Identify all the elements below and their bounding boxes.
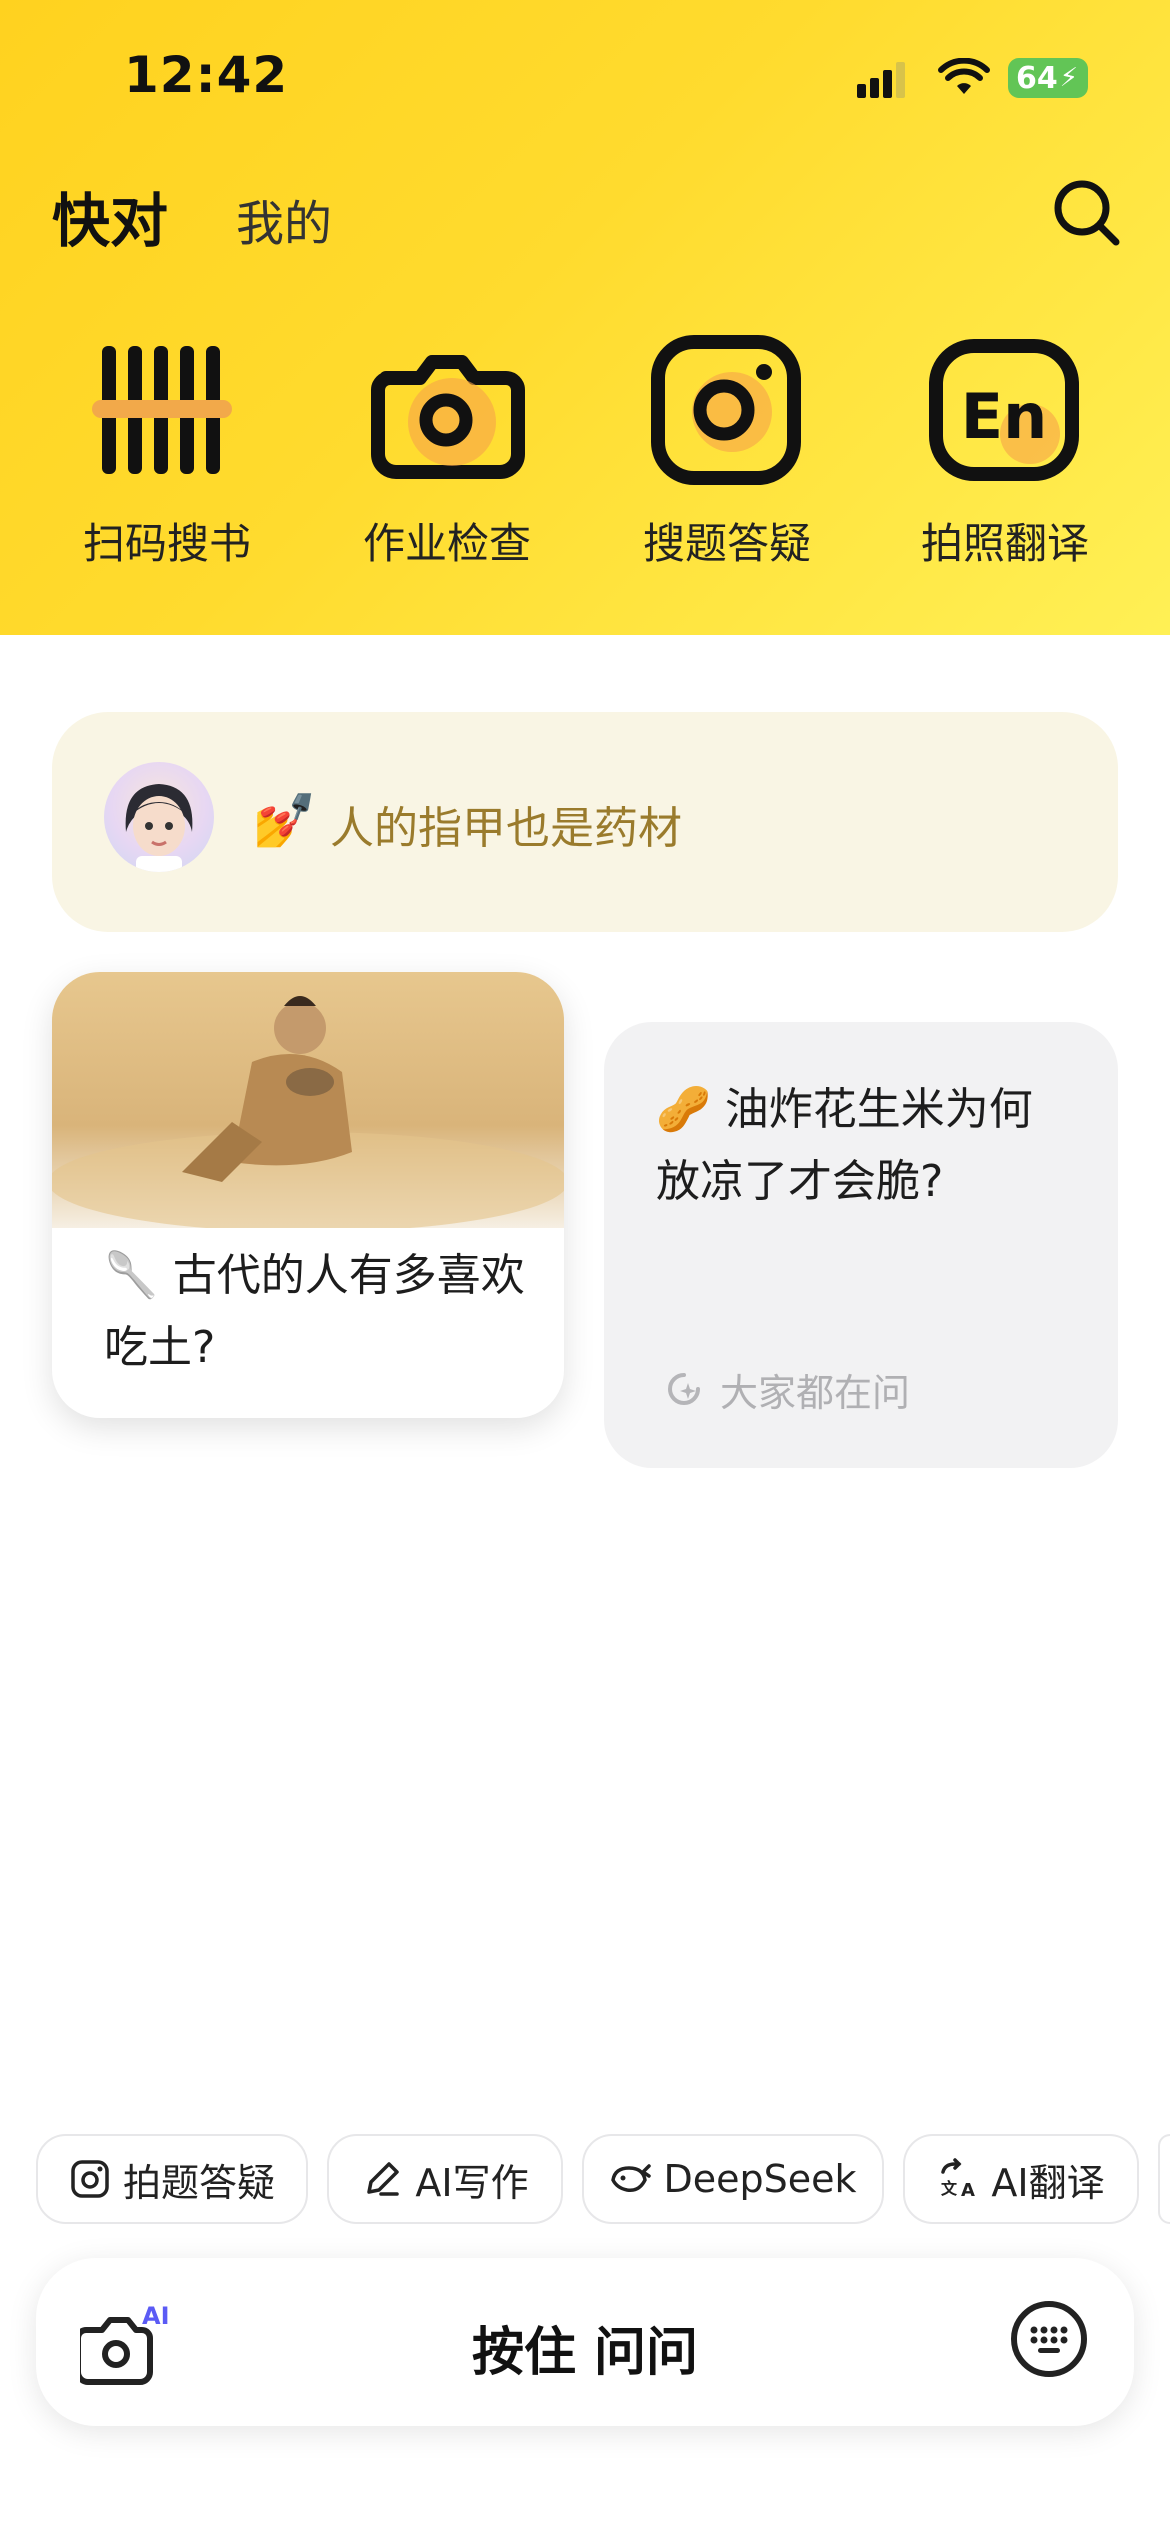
question-card-right[interactable]: 🥜 油炸花生米为何放凉了才会脆? 大家都在问: [604, 1022, 1118, 1468]
camera-ai-badge: AI: [142, 2302, 170, 2330]
chip-deepseek[interactable]: DeepSeek: [582, 2134, 884, 2224]
spoon-emoji: 🥄: [104, 1250, 159, 1301]
chip-ai-translate[interactable]: 文 A AI翻译: [903, 2134, 1139, 2224]
refresh-search-icon: [668, 1372, 700, 1405]
card-right-text: 油炸花生米为何放凉了才会脆?: [656, 1084, 1033, 1207]
battery-indicator: 64 ⚡: [1008, 58, 1088, 98]
barcode-icon: [92, 346, 232, 474]
avatar: [104, 762, 214, 872]
charging-icon: ⚡: [1059, 63, 1079, 93]
card-question-text: 🥄 古代的人有多喜欢吃土?: [104, 1240, 534, 1384]
hold-to-ask-button[interactable]: 按住 问问: [420, 2310, 750, 2385]
translate-icon: 文 A: [941, 2158, 975, 2200]
whale-icon: [611, 2164, 652, 2193]
chip-ai-writing[interactable]: AI写作: [327, 2134, 563, 2224]
chip-more-peek[interactable]: [1158, 2134, 1170, 2224]
camera-icon: [371, 355, 525, 479]
tab-home[interactable]: 快对: [52, 174, 168, 258]
card-illustration: [52, 972, 564, 1232]
popular-hint: 大家都在问: [664, 1362, 910, 1417]
keyboard-icon[interactable]: [1010, 2300, 1088, 2378]
peanut-emoji: 🥜: [656, 1084, 711, 1135]
feature-homework-check[interactable]: 作业检查: [342, 330, 542, 600]
feature-photo-translate[interactable]: En 拍照翻译: [900, 330, 1100, 600]
wifi-icon: [938, 58, 990, 94]
feature-label: 作业检查: [362, 519, 531, 568]
feature-search-question[interactable]: 搜题答疑: [622, 330, 822, 600]
svg-text:En: En: [961, 380, 1048, 453]
search-icon[interactable]: [1050, 176, 1122, 248]
card-left-text: 古代的人有多喜欢吃土?: [104, 1250, 525, 1373]
cellular-signal-icon: [857, 62, 905, 98]
hint-text: 大家都在问: [720, 1371, 911, 1415]
feature-label: 扫码搜书: [82, 519, 251, 568]
feature-label: 拍照翻译: [920, 519, 1089, 568]
svg-text:A: A: [961, 2180, 975, 2200]
chip-photo-question[interactable]: 拍题答疑: [36, 2134, 308, 2224]
ai-camera-icon[interactable]: AI: [80, 2300, 170, 2386]
battery-level: 64: [1016, 60, 1058, 96]
feature-scan-book[interactable]: 扫码搜书: [62, 330, 262, 600]
translate-en-icon: En: [929, 339, 1079, 481]
camera-square-icon: [71, 2160, 109, 2198]
chip-label: DeepSeek: [663, 2157, 857, 2201]
chip-label: AI翻译: [991, 2160, 1105, 2205]
tab-mine[interactable]: 我的: [236, 184, 332, 254]
feature-label: 搜题答疑: [642, 519, 811, 568]
status-time: 12:42: [124, 46, 289, 104]
question-card-left[interactable]: 🥄 古代的人有多喜欢吃土?: [52, 972, 564, 1418]
chip-label: 拍题答疑: [122, 2160, 275, 2205]
pen-icon: [367, 2162, 400, 2196]
card-question-text: 🥜 油炸花生米为何放凉了才会脆?: [656, 1074, 1076, 1218]
photo-search-icon: [651, 335, 801, 485]
nail-polish-emoji: 💅: [252, 791, 317, 851]
svg-text:文: 文: [941, 2179, 958, 2198]
banner-text: 人的指甲也是药材: [330, 803, 682, 854]
chip-label: AI写作: [415, 2160, 529, 2205]
